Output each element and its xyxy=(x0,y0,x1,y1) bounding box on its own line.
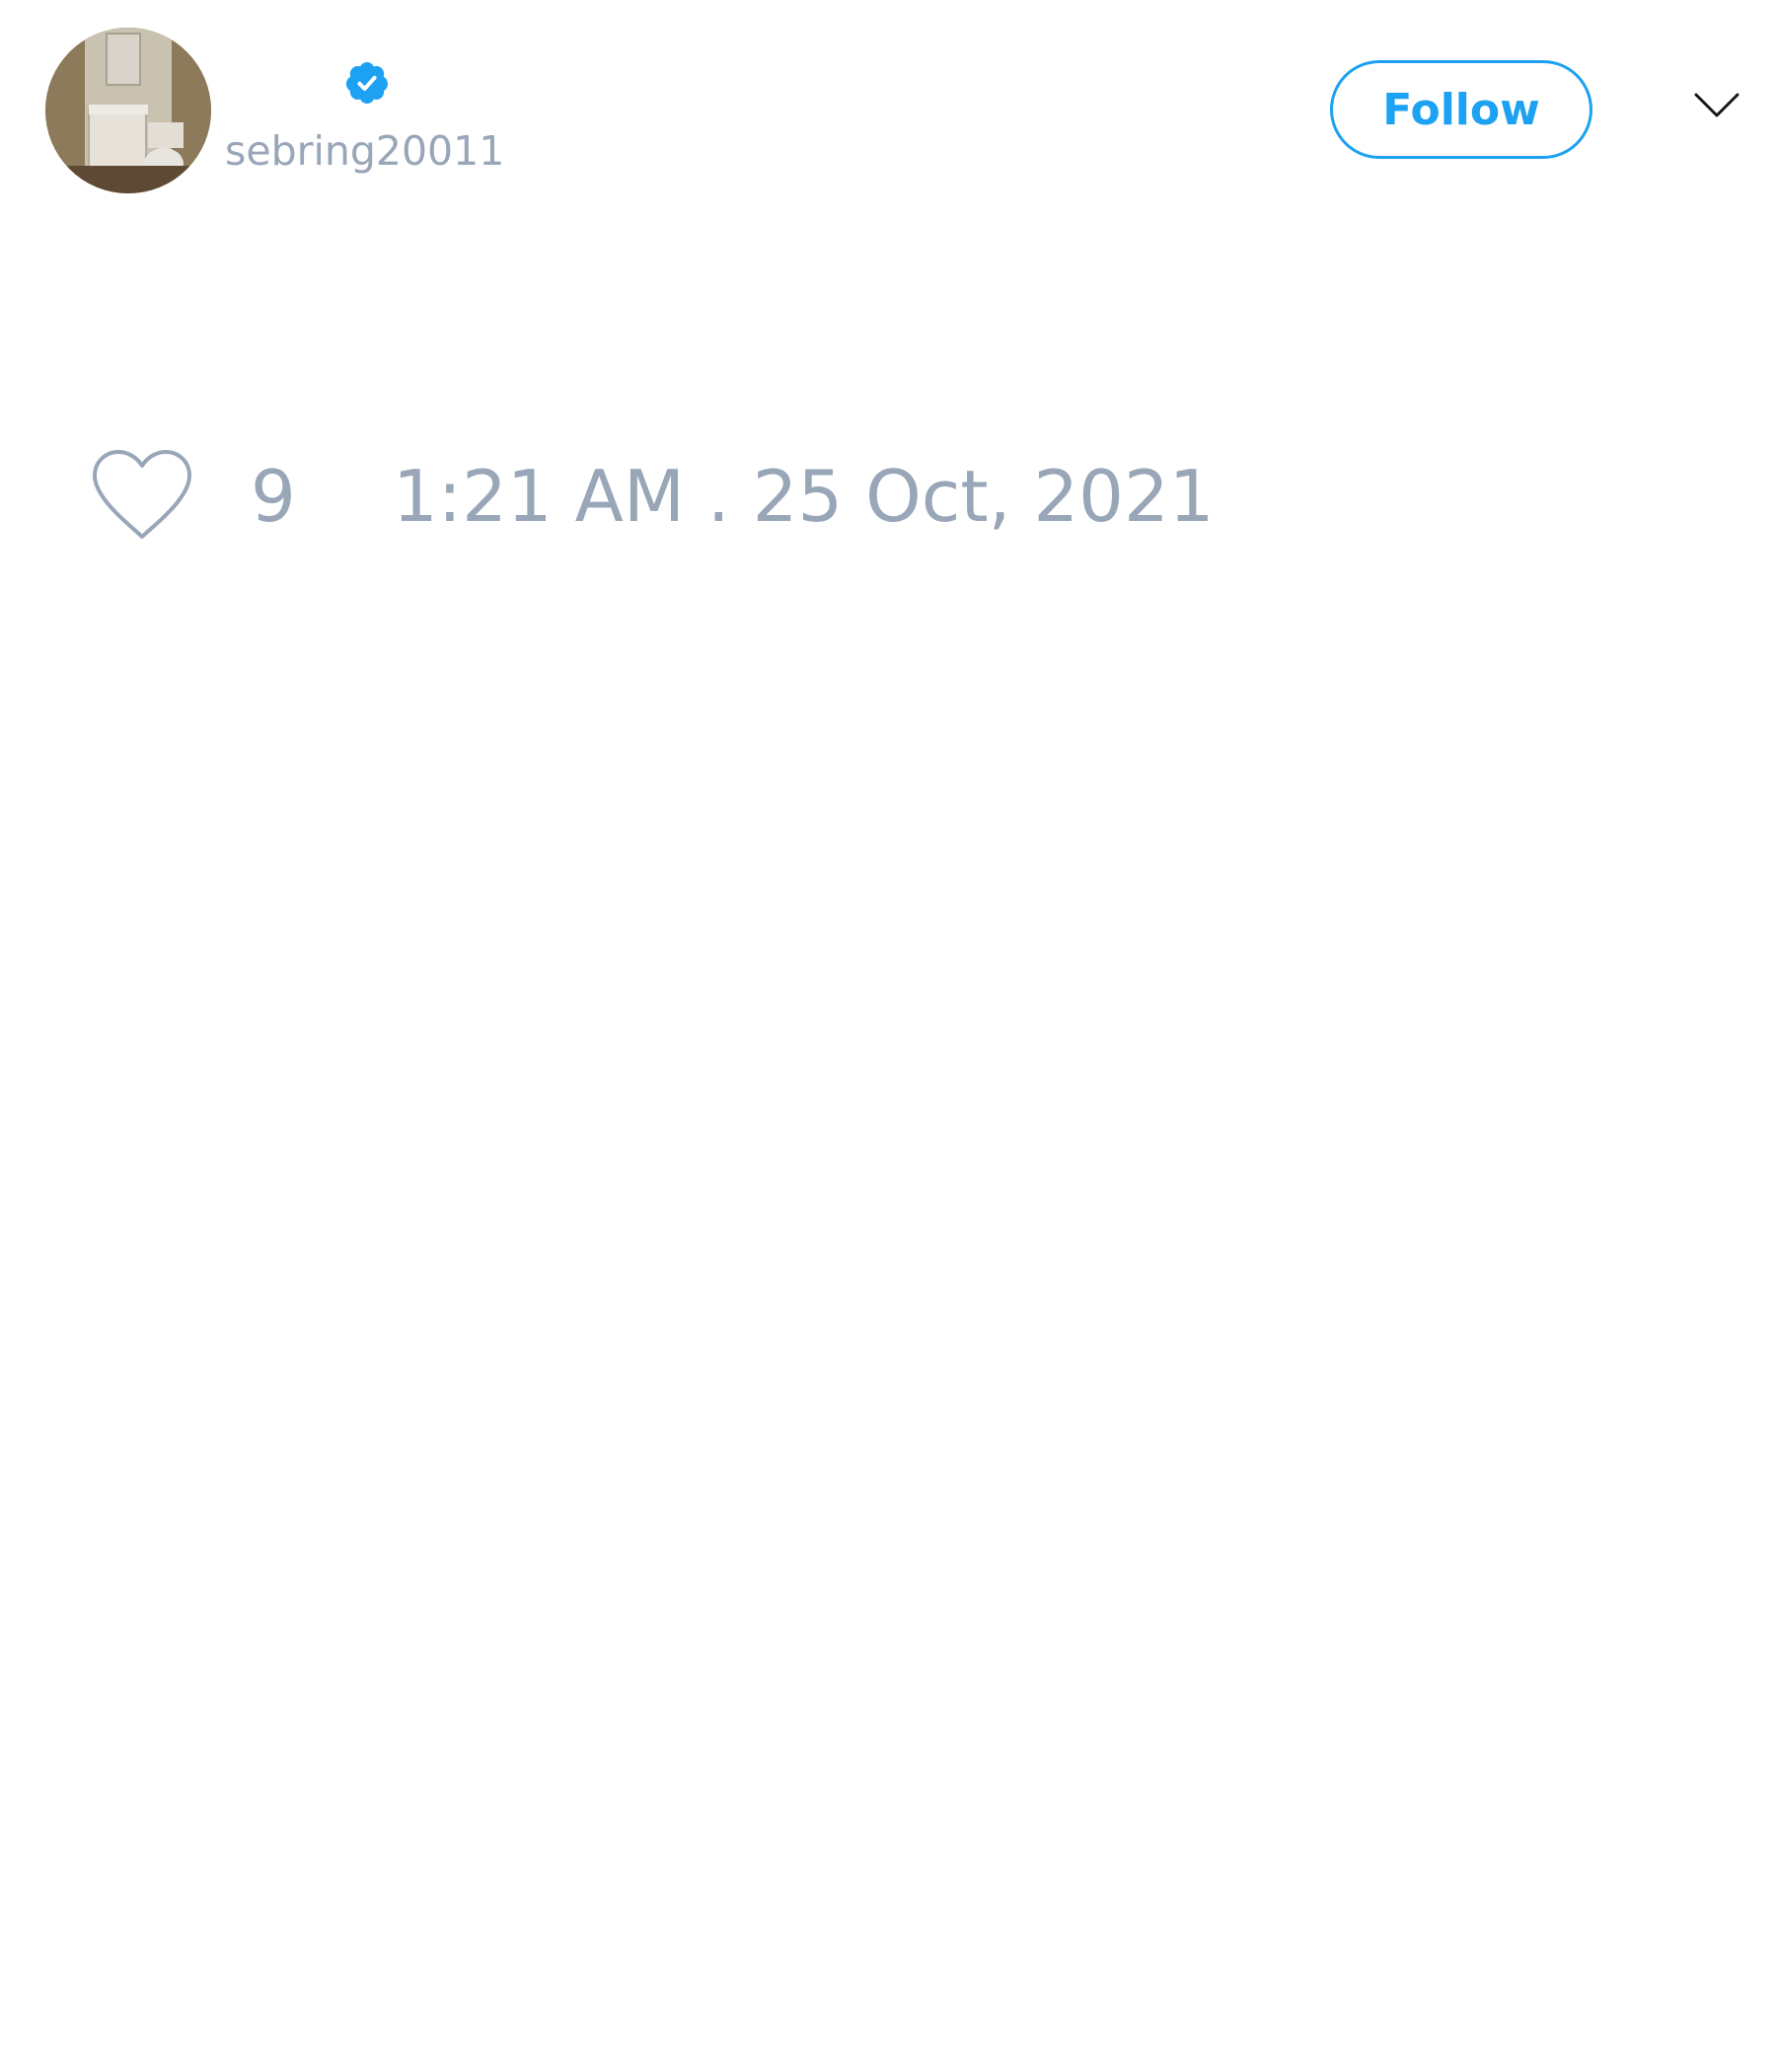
tweet-timestamp[interactable]: 1:21 AM . 25 Oct, 2021 xyxy=(393,455,1215,538)
verified-badge-icon xyxy=(345,62,388,104)
username[interactable]: sebring20011 xyxy=(225,125,504,177)
like-count: 9 xyxy=(251,455,296,538)
follow-button[interactable]: Follow xyxy=(1330,60,1592,159)
heart-icon[interactable] xyxy=(89,448,195,543)
avatar[interactable] xyxy=(45,28,211,193)
avatar-photo xyxy=(45,28,211,193)
chevron-down-icon[interactable] xyxy=(1693,91,1740,120)
